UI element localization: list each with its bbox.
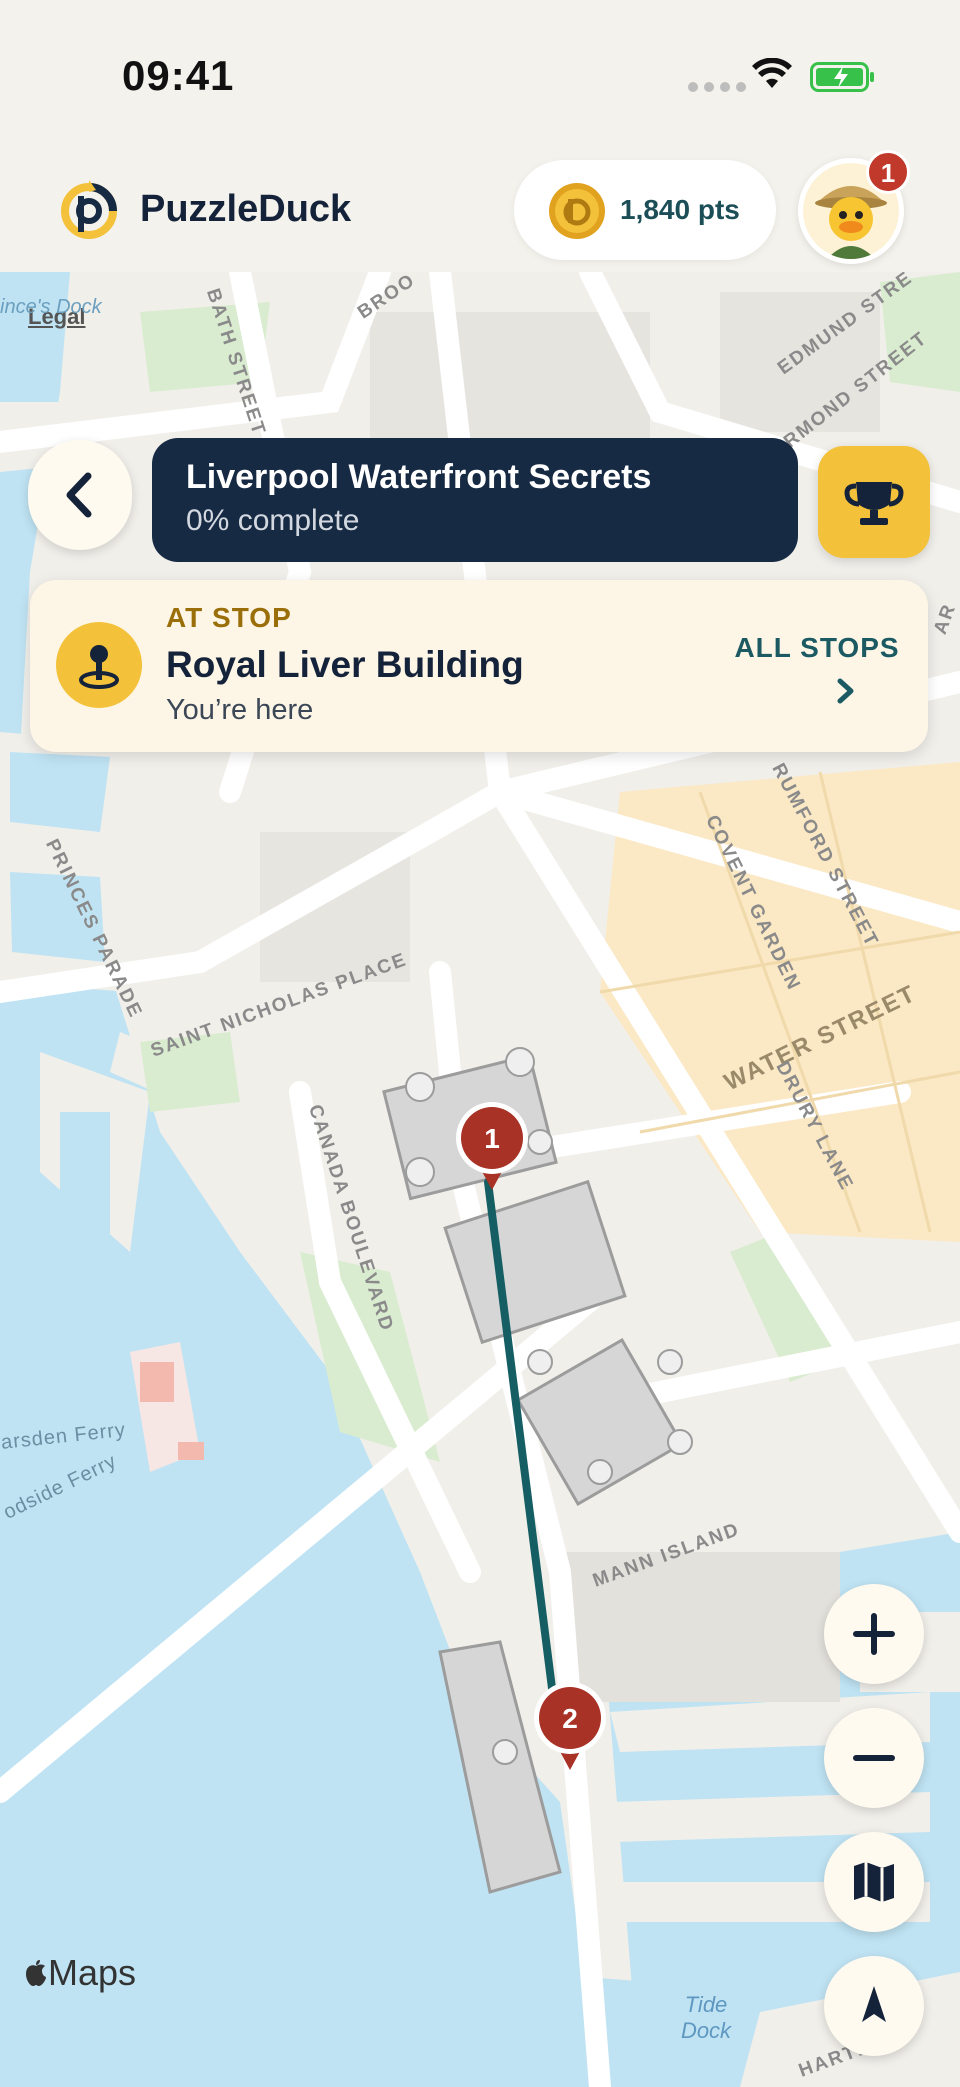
compass-icon (862, 1986, 886, 2022)
trophy-icon (844, 482, 904, 525)
zoom-in-button[interactable] (824, 1584, 924, 1684)
trophy-button[interactable] (818, 446, 930, 558)
stop-status-label: AT STOP (166, 602, 292, 633)
coin-icon (549, 183, 605, 239)
map-icon (854, 1862, 894, 1902)
chevron-right-icon (837, 678, 854, 704)
wifi-icon (752, 58, 792, 88)
tour-title: Liverpool Waterfront Secrets (186, 458, 652, 496)
points-pill[interactable]: 1,840 pts (514, 160, 776, 260)
location-pin-icon (79, 645, 119, 689)
map-label-princes-dock: ince's Dock (0, 296, 102, 318)
stop-marker-1[interactable]: 1 (452, 1098, 532, 1194)
status-bar: 09:41 (0, 0, 960, 150)
stop-marker-1-number: 1 (484, 1123, 500, 1154)
tour-progress: 0% complete (186, 504, 360, 537)
zoom-out-button[interactable] (824, 1708, 924, 1808)
maps-attribution: Maps (24, 1952, 136, 1994)
app-name: PuzzleDuck (140, 188, 352, 230)
all-stops-link[interactable]: ALL STOPS (724, 632, 910, 664)
status-time: 09:41 (122, 52, 235, 99)
current-stop-card[interactable]: AT STOP Royal Liver Building You’re here… (30, 580, 928, 752)
plus-icon (853, 1613, 895, 1655)
stop-marker-2-number: 2 (562, 1703, 578, 1734)
stop-marker-2[interactable]: 2 (530, 1678, 610, 1774)
puzzleduck-logo-icon (61, 180, 117, 239)
back-button[interactable] (28, 440, 132, 550)
stop-name: Royal Liver Building (166, 644, 524, 685)
stop-icon-circle (56, 622, 142, 708)
maps-attribution-text: Maps (48, 1952, 137, 1993)
points-value: 1,840 pts (620, 194, 740, 225)
stop-subtitle: You’re here (166, 694, 314, 726)
apple-icon (26, 1960, 46, 1986)
cellular-signal-icon (688, 82, 746, 92)
compass-button[interactable] (824, 1956, 924, 2056)
app-header: PuzzleDuck 1,840 pts 1 (0, 150, 960, 272)
chevron-left-icon (66, 472, 92, 518)
minus-icon (853, 1755, 895, 1761)
tour-title-bar: Liverpool Waterfront Secrets 0% complete (152, 438, 798, 562)
map-type-button[interactable] (824, 1832, 924, 1932)
notification-badge: 1 (866, 150, 910, 194)
map-label-tide-dock: Tide Dock (680, 1992, 732, 2043)
battery-icon (810, 62, 874, 92)
